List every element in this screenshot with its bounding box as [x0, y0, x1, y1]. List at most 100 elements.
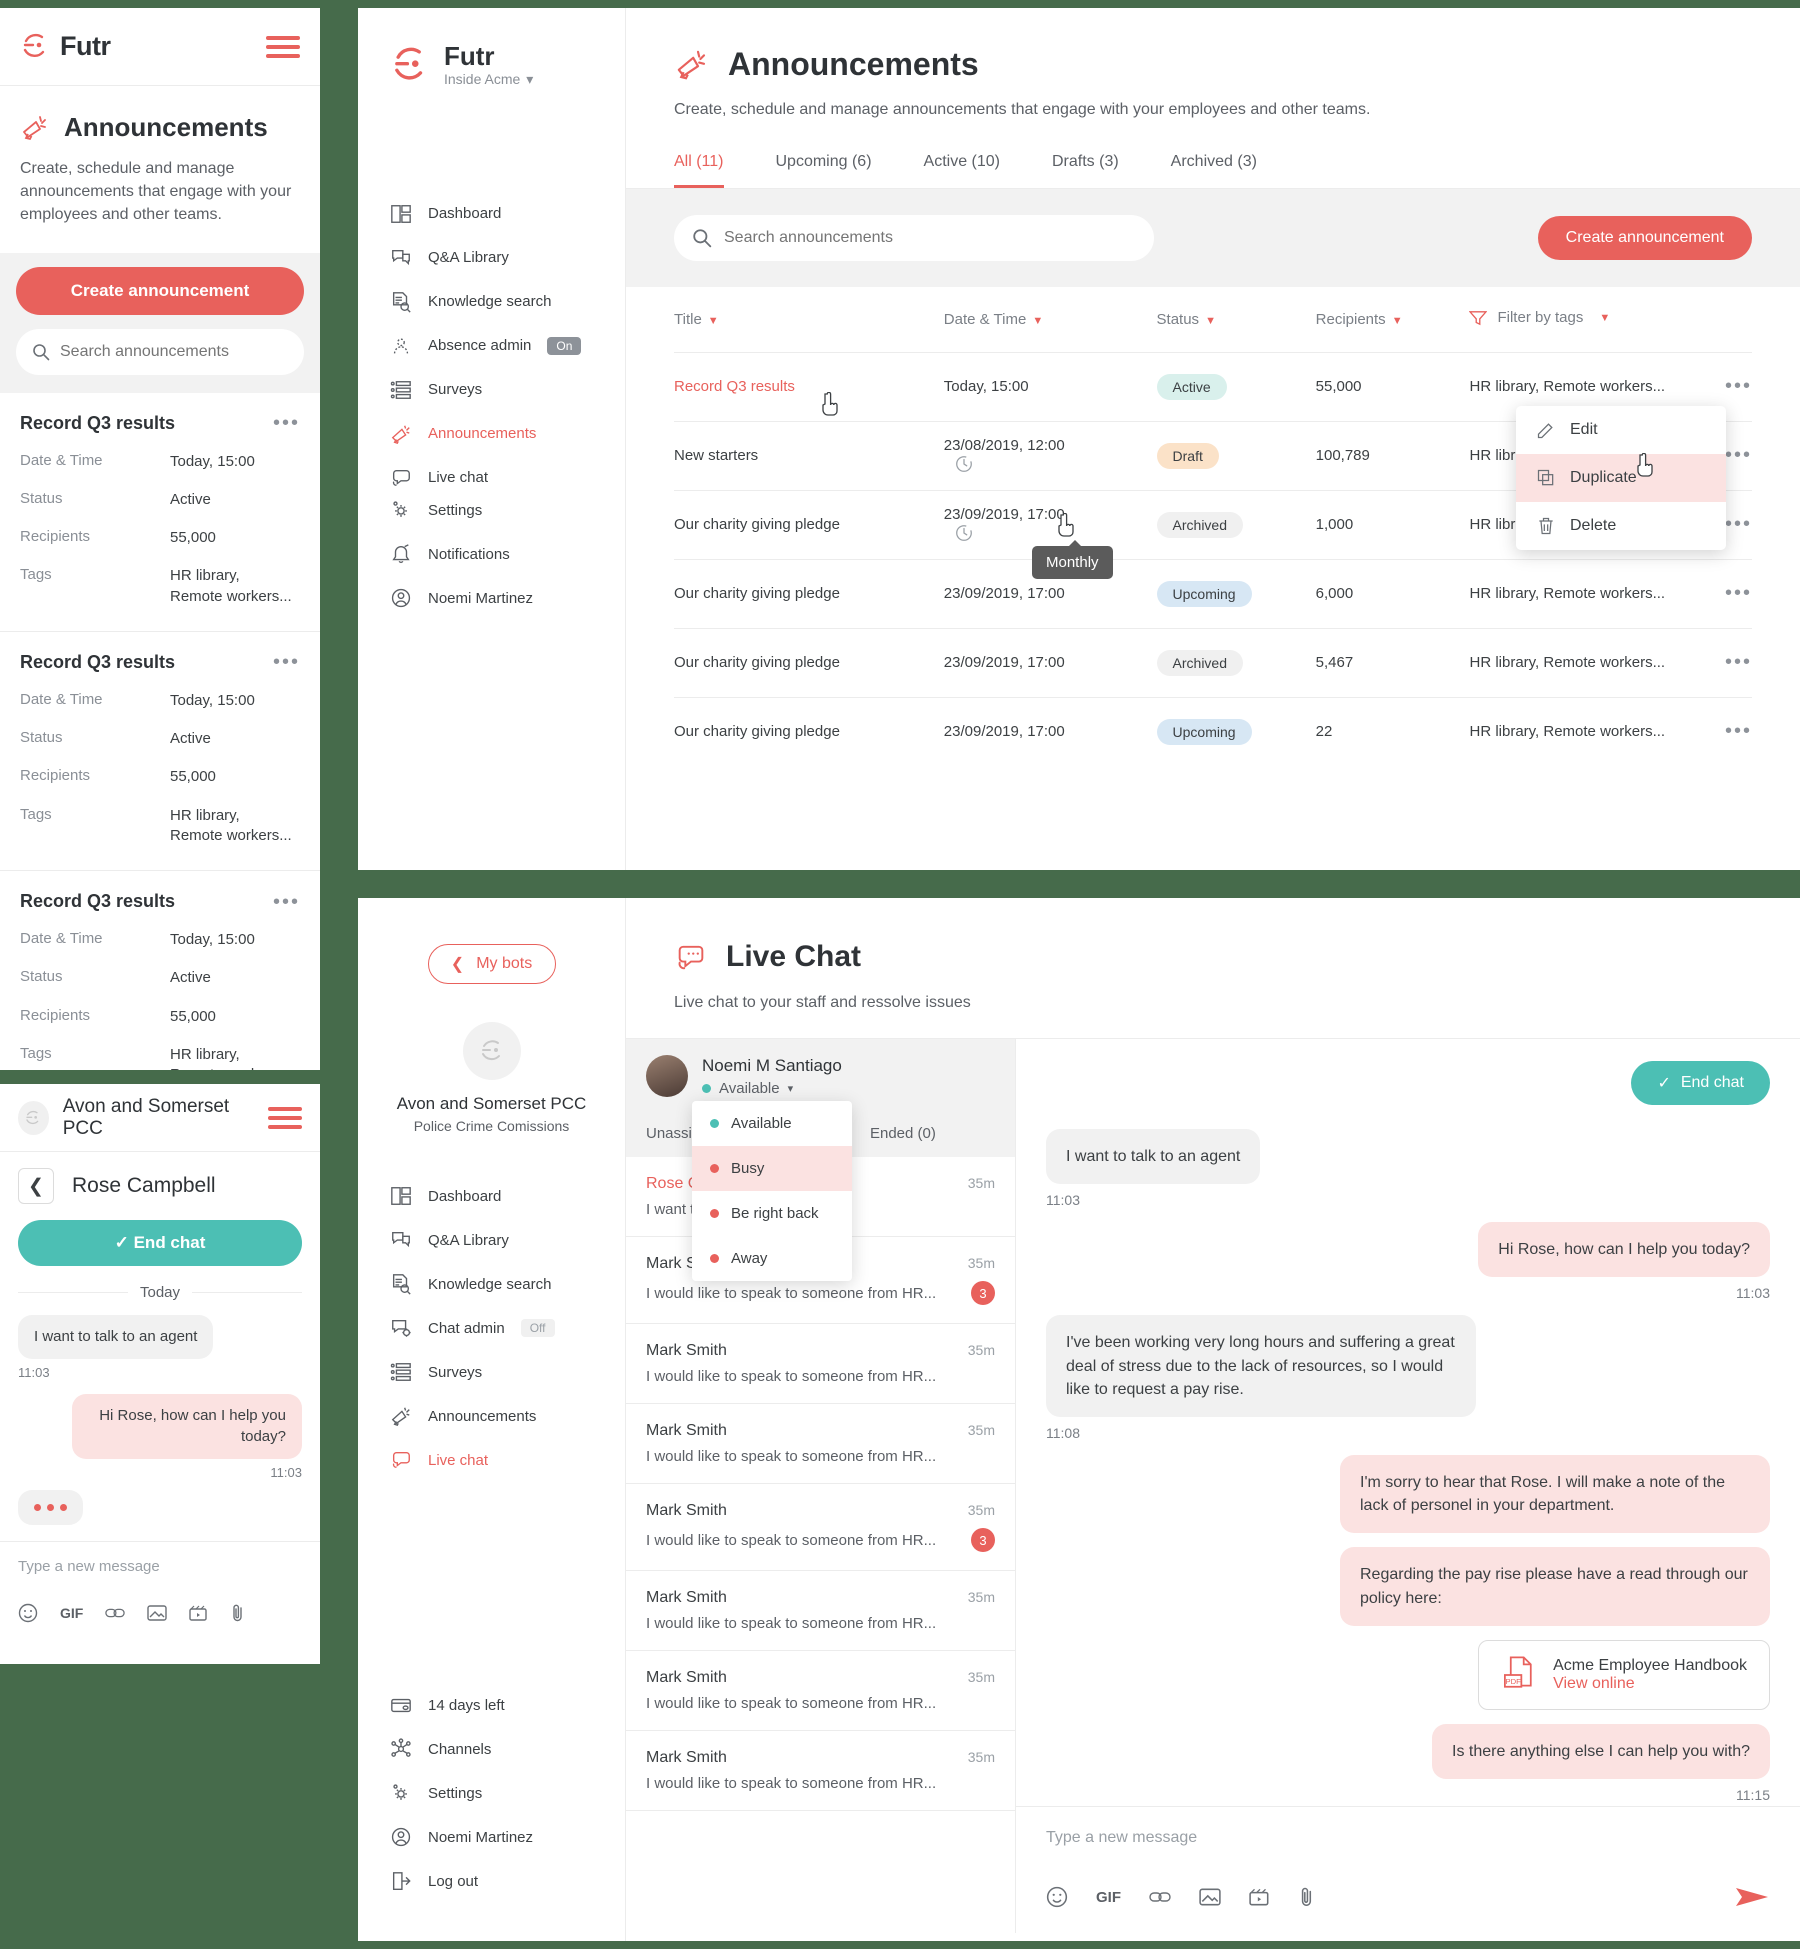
video-icon[interactable] [189, 1604, 209, 1622]
sidebar-item-channels[interactable]: Channels [358, 1727, 625, 1771]
context-menu-item-edit[interactable]: Edit [1516, 406, 1726, 454]
card-overflow-menu-icon[interactable]: ••• [273, 413, 300, 433]
tab-drafts[interactable]: Drafts (3) [1052, 153, 1119, 188]
column-header-recipients[interactable]: Recipients ▼ [1316, 287, 1470, 352]
card-overflow-menu-icon[interactable]: ••• [273, 652, 300, 672]
emoji-icon[interactable] [1046, 1886, 1068, 1908]
row-overflow-menu-icon[interactable]: ••• [1725, 375, 1752, 398]
table-row[interactable]: Our charity giving pledge 23/09/2019, 17… [674, 558, 1752, 628]
my-bots-button[interactable]: ❮ My bots [427, 944, 556, 984]
sidebar-item-q-a-library[interactable]: Q&A Library [358, 236, 625, 280]
message-input-placeholder[interactable]: Type a new message [1046, 1829, 1770, 1847]
tab-upcoming[interactable]: Upcoming (6) [776, 153, 872, 188]
sidebar-item-14-days-left[interactable]: 14 days left [358, 1683, 625, 1727]
sidebar-item-chat-admin[interactable]: Chat admin Off [358, 1306, 625, 1350]
sidebar-item-noemi-martinez[interactable]: Noemi Martinez [358, 576, 625, 620]
card-overflow-menu-icon[interactable]: ••• [273, 892, 300, 912]
sidebar-item-dashboard[interactable]: Dashboard [358, 1174, 625, 1218]
sidebar-item-knowledge-search[interactable]: Knowledge search [358, 1262, 625, 1306]
cell-title[interactable]: Our charity giving pledge [674, 558, 944, 628]
sidebar-item-notifications[interactable]: Notifications [358, 532, 625, 576]
conversation-tab-ended[interactable]: Ended (0) [870, 1113, 936, 1157]
recurring-icon[interactable] [944, 454, 1157, 474]
end-chat-button[interactable]: ✓ End chat [1631, 1061, 1770, 1105]
row-context-menu[interactable]: Edit Duplicate Delete [1516, 406, 1726, 550]
conversation-item[interactable]: Mark Smith 35m I would like to speak to … [626, 1484, 1015, 1571]
file-attachment-card[interactable]: PDF Acme Employee Handbook View online [1478, 1639, 1770, 1710]
sidebar-item-announcements[interactable]: Announcements [358, 1394, 625, 1438]
image-icon[interactable] [1199, 1887, 1221, 1907]
sidebar-item-absence-admin[interactable]: Absence admin On [358, 324, 625, 368]
sidebar-item-log-out[interactable]: Log out [358, 1859, 625, 1903]
tab-all[interactable]: All (11) [674, 153, 724, 188]
hamburger-menu-icon[interactable] [268, 1106, 302, 1129]
tab-active[interactable]: Active (10) [924, 153, 1000, 188]
video-icon[interactable] [1249, 1887, 1271, 1907]
row-overflow-menu-icon[interactable]: ••• [1725, 720, 1752, 743]
row-overflow-menu-icon[interactable]: ••• [1725, 513, 1752, 536]
cell-title[interactable]: Record Q3 results [674, 351, 944, 421]
status-option-available[interactable]: Available [692, 1101, 852, 1146]
cell-title[interactable]: Our charity giving pledge [674, 696, 944, 766]
table-row[interactable]: Our charity giving pledge 23/09/2019, 17… [674, 696, 1752, 766]
conversation-item[interactable]: Mark Smith 35m I would like to speak to … [626, 1731, 1015, 1811]
sidebar-item-surveys[interactable]: Surveys [358, 1350, 625, 1394]
sidebar-item-noemi-martinez[interactable]: Noemi Martinez [358, 1815, 625, 1859]
sidebar-item-announcements[interactable]: Announcements [358, 412, 625, 456]
status-option-busy[interactable]: Busy [692, 1146, 852, 1191]
row-overflow-menu-icon[interactable]: ••• [1725, 444, 1752, 467]
create-announcement-button[interactable]: Create announcement [16, 266, 304, 315]
image-icon[interactable] [147, 1604, 168, 1622]
conversation-item[interactable]: Mark Smith 35m I would like to speak to … [626, 1571, 1015, 1651]
column-header-title[interactable]: Title ▼ [674, 287, 944, 352]
status-dropdown-menu[interactable]: Available Busy Be right back Away [692, 1101, 852, 1281]
attachment-icon[interactable] [1299, 1886, 1315, 1908]
announcement-card[interactable]: Record Q3 results ••• Date & Time Today, … [0, 871, 320, 1070]
table-row[interactable]: Our charity giving pledge 23/09/2019, 17… [674, 627, 1752, 697]
column-header-date-time[interactable]: Date & Time ▼ [944, 287, 1157, 352]
sidebar-item-settings[interactable]: Settings [358, 1771, 625, 1815]
conversation-item[interactable]: Mark Smith 35m I would like to speak to … [626, 1404, 1015, 1484]
sidebar-item-settings[interactable]: Settings [358, 488, 625, 532]
recurring-icon[interactable] [944, 523, 1157, 543]
tenant-selector[interactable]: Inside Acme ▾ [444, 71, 533, 88]
agent-status-selector[interactable]: Available ▾ [702, 1080, 842, 1097]
mobile-composer[interactable]: Type a new message GIF [0, 1540, 320, 1639]
announcement-card[interactable]: Record Q3 results ••• Date & Time Today, … [0, 632, 320, 872]
end-chat-button[interactable]: ✓ End chat [18, 1220, 302, 1266]
link-icon[interactable] [1149, 1890, 1171, 1904]
sidebar-item-live-chat[interactable]: Live chat [358, 1438, 625, 1482]
status-option-away[interactable]: Away [692, 1236, 852, 1281]
row-overflow-menu-icon[interactable]: ••• [1725, 582, 1752, 605]
column-header-tags[interactable]: Filter by tags ▼ [1469, 287, 1752, 352]
link-icon[interactable] [105, 1606, 126, 1620]
cell-title[interactable]: Our charity giving pledge [674, 489, 944, 559]
search-input[interactable] [60, 342, 288, 361]
create-announcement-button[interactable]: Create announcement [1537, 216, 1752, 260]
sidebar-item-dashboard[interactable]: Dashboard [358, 192, 625, 236]
cell-title[interactable]: Our charity giving pledge [674, 627, 944, 697]
gif-icon[interactable]: GIF [60, 1605, 83, 1621]
message-input-placeholder[interactable]: Type a new message [18, 1558, 302, 1575]
conversation-item[interactable]: Mark Smith 35m I would like to speak to … [626, 1324, 1015, 1404]
announcement-card[interactable]: Record Q3 results ••• Date & Time Today, … [0, 393, 320, 632]
tab-archived[interactable]: Archived (3) [1171, 153, 1257, 188]
attachment-icon[interactable] [231, 1603, 245, 1623]
search-box[interactable] [16, 328, 304, 375]
back-button[interactable]: ❮ [18, 1168, 54, 1204]
context-menu-item-delete[interactable]: Delete [1516, 502, 1726, 550]
hamburger-menu-icon[interactable] [266, 35, 300, 58]
sidebar-item-knowledge-search[interactable]: Knowledge search [358, 280, 625, 324]
file-view-link[interactable]: View online [1553, 1675, 1635, 1692]
emoji-icon[interactable] [18, 1603, 38, 1623]
sidebar-item-q-a-library[interactable]: Q&A Library [358, 1218, 625, 1262]
search-input[interactable] [724, 229, 1136, 247]
composer[interactable]: Type a new message GIF [1016, 1806, 1800, 1933]
search-box[interactable] [674, 215, 1154, 261]
conversation-item[interactable]: Mark Smith 35m I would like to speak to … [626, 1651, 1015, 1731]
row-overflow-menu-icon[interactable]: ••• [1725, 651, 1752, 674]
context-menu-item-duplicate[interactable]: Duplicate [1516, 454, 1726, 502]
gif-icon[interactable]: GIF [1096, 1889, 1121, 1906]
send-button[interactable] [1734, 1885, 1770, 1909]
cell-title[interactable]: New starters [674, 420, 944, 490]
